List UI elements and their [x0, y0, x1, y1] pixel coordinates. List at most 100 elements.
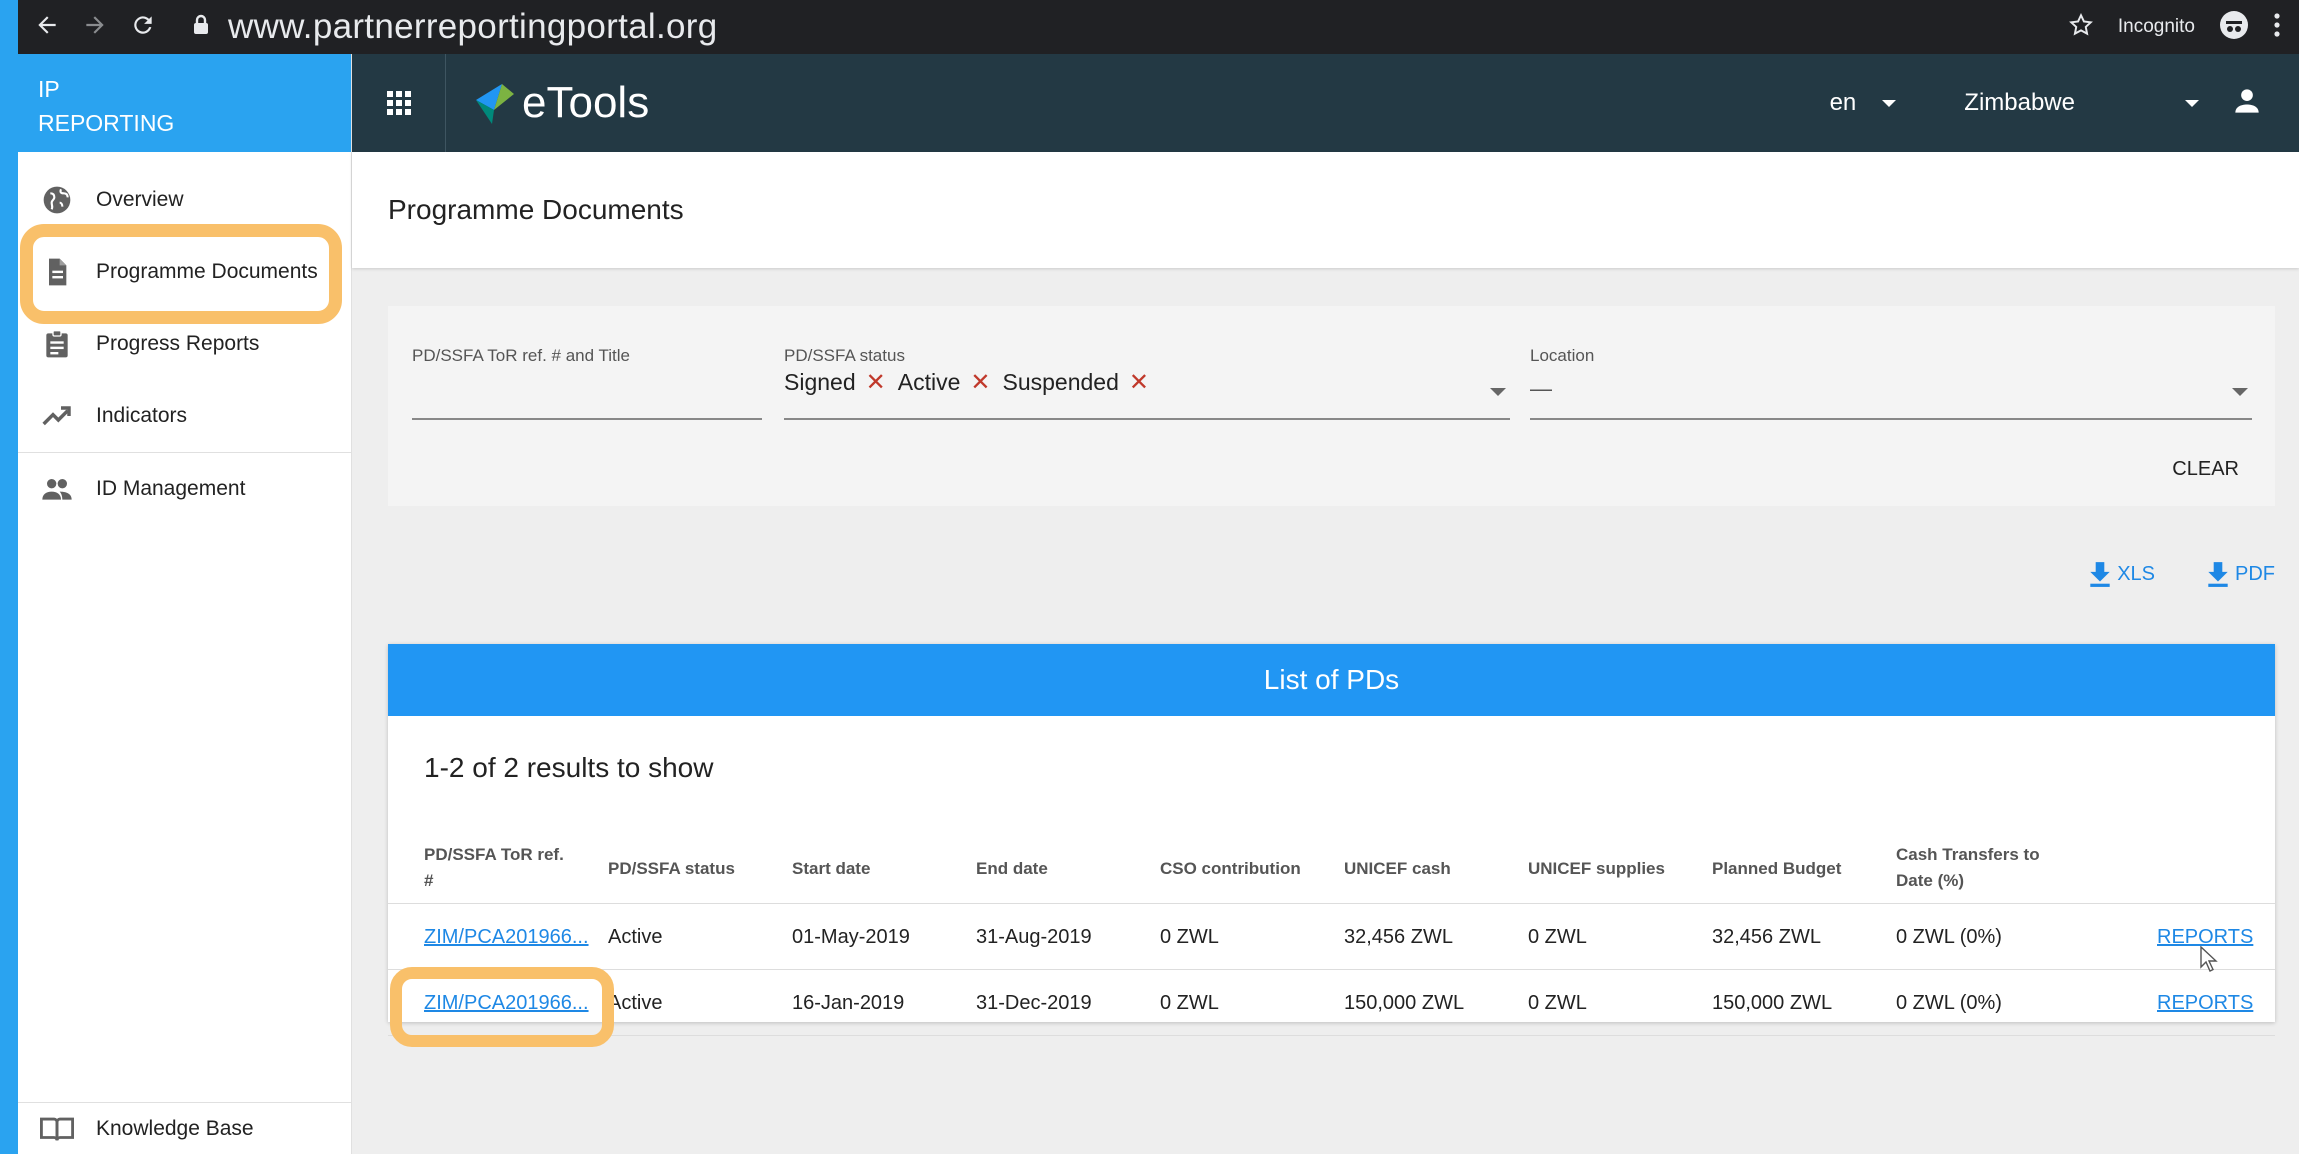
header-end-date[interactable]: End date — [976, 856, 1048, 882]
pd-status: Active — [608, 926, 663, 948]
pd-cash-transfers: 0 ZWL (0%) — [1896, 926, 2002, 948]
sidebar-item-id-management[interactable]: ID Management — [18, 453, 351, 525]
clear-button[interactable]: CLEAR — [2172, 458, 2239, 481]
lock-icon — [192, 14, 210, 41]
close-icon[interactable]: ✕ — [970, 368, 990, 397]
sidebar-item-overview[interactable]: Overview — [18, 164, 351, 236]
header-status[interactable]: PD/SSFA status — [608, 856, 735, 882]
page-header: Programme Documents — [352, 152, 2299, 268]
incognito-icon[interactable] — [2219, 10, 2249, 45]
ref-filter[interactable]: PD/SSFA ToR ref. # and Title — [412, 346, 762, 420]
knowledge-base-link[interactable]: Knowledge Base — [18, 1102, 352, 1154]
pd-ref-link[interactable]: ZIM/PCA201966... — [424, 992, 589, 1015]
chip-label: Signed — [784, 369, 856, 395]
pd-cso-contribution: 0 ZWL — [1160, 992, 1219, 1014]
country-value: Zimbabwe — [1964, 89, 2075, 116]
status-chip-active: Active ✕ — [898, 368, 991, 397]
chevron-down-icon[interactable] — [1490, 388, 1506, 396]
export-xls-button[interactable]: XLS — [2087, 560, 2155, 588]
top-app-bar: eTools en Zimbabwe — [352, 54, 2299, 152]
apps-grid-icon[interactable] — [352, 54, 446, 152]
language-selector[interactable]: en — [1830, 89, 1897, 117]
chevron-down-icon[interactable] — [2232, 388, 2248, 396]
pd-unicef-supplies: 0 ZWL — [1528, 992, 1587, 1014]
status-filter-label: PD/SSFA status — [784, 346, 905, 365]
app-brand[interactable]: IP REPORTING — [18, 54, 351, 152]
sidebar-item-label: Progress Reports — [96, 332, 260, 355]
globe-icon — [40, 183, 74, 217]
sidebar-menu: Overview Programme Documents Progress Re… — [18, 152, 351, 525]
table-row: ZIM/PCA201966... Active 16-Jan-2019 31-D… — [388, 970, 2275, 1036]
header-cash-line-1: Cash Transfers to — [1896, 845, 2040, 864]
clipboard-icon — [40, 327, 74, 361]
filter-panel: PD/SSFA ToR ref. # and Title PD/SSFA sta… — [388, 306, 2275, 506]
etools-logo[interactable]: eTools — [472, 78, 649, 128]
pd-cash-transfers: 0 ZWL (0%) — [1896, 992, 2002, 1014]
main-content: Programme Documents PD/SSFA ToR ref. # a… — [352, 152, 2299, 1154]
sidebar-item-programme-documents[interactable]: Programme Documents — [18, 236, 351, 308]
table-header: PD/SSFA ToR ref. # PD/SSFA status Start … — [388, 824, 2275, 904]
location-value: — — [1530, 376, 1552, 401]
mouse-cursor-icon — [2200, 945, 2218, 977]
pd-status: Active — [608, 992, 663, 1014]
header-planned-budget[interactable]: Planned Budget — [1712, 856, 1841, 882]
header-start-date[interactable]: Start date — [792, 856, 870, 882]
pd-planned-budget: 32,456 ZWL — [1712, 926, 1821, 948]
status-chip-signed: Signed ✕ — [784, 368, 886, 397]
header-cash-transfers[interactable]: Cash Transfers to Date (%) — [1896, 842, 2040, 894]
trending-up-icon — [40, 399, 74, 433]
document-icon — [40, 255, 74, 289]
header-cso-contribution[interactable]: CSO contribution — [1160, 856, 1301, 882]
reports-link[interactable]: REPORTS — [2157, 992, 2253, 1015]
chevron-down-icon — [2185, 99, 2199, 107]
star-icon[interactable] — [2068, 12, 2094, 43]
people-icon — [40, 472, 74, 506]
status-filter[interactable]: PD/SSFA status — [784, 346, 1510, 420]
pd-ref-link[interactable]: ZIM/PCA201966... — [424, 926, 589, 949]
pd-unicef-cash: 150,000 ZWL — [1344, 992, 1465, 1014]
left-edge-strip — [0, 0, 18, 1154]
address-bar[interactable]: www.partnerreportingportal.org — [192, 4, 718, 50]
reload-icon[interactable] — [130, 12, 156, 43]
pd-list-card: List of PDs 1-2 of 2 results to show PD/… — [388, 644, 2275, 1036]
country-selector[interactable]: Zimbabwe — [1964, 89, 2199, 117]
forward-icon[interactable] — [82, 12, 108, 43]
pd-end-date: 31-Dec-2019 — [976, 992, 1092, 1014]
header-ref-line-2: # — [424, 871, 434, 890]
back-icon[interactable] — [34, 12, 60, 43]
download-icon — [2208, 562, 2228, 587]
sidebar-item-label: ID Management — [96, 477, 246, 500]
location-filter-label: Location — [1530, 346, 1595, 365]
header-unicef-supplies[interactable]: UNICEF supplies — [1528, 856, 1665, 882]
ref-filter-label: PD/SSFA ToR ref. # and Title — [412, 346, 630, 365]
pd-unicef-supplies: 0 ZWL — [1528, 926, 1587, 948]
url-text[interactable]: www.partnerreportingportal.org — [228, 7, 718, 47]
pd-start-date: 16-Jan-2019 — [792, 992, 905, 1014]
header-ref[interactable]: PD/SSFA ToR ref. # — [424, 842, 564, 894]
sidebar-item-label: Programme Documents — [96, 260, 318, 283]
brand-line-2: REPORTING — [38, 110, 175, 136]
sidebar-item-indicators[interactable]: Indicators — [18, 380, 351, 452]
pd-end-date: 31-Aug-2019 — [976, 926, 1092, 948]
chevron-down-icon — [1882, 99, 1897, 107]
export-pdf-button[interactable]: PDF — [2205, 560, 2275, 588]
close-icon[interactable]: ✕ — [1129, 368, 1149, 397]
header-unicef-cash[interactable]: UNICEF cash — [1344, 856, 1451, 882]
export-pdf-label: PDF — [2235, 562, 2275, 585]
account-icon[interactable] — [2233, 87, 2261, 120]
location-filter[interactable]: Location — — [1530, 346, 2252, 420]
pd-planned-budget: 150,000 ZWL — [1712, 992, 1833, 1014]
chip-label: Suspended — [1002, 369, 1119, 395]
header-ref-line-1: PD/SSFA ToR ref. — [424, 845, 564, 864]
export-actions: XLS PDF — [2087, 560, 2275, 588]
close-icon[interactable]: ✕ — [866, 368, 886, 397]
sidebar-item-progress-reports[interactable]: Progress Reports — [18, 308, 351, 380]
results-count: 1-2 of 2 results to show — [424, 752, 714, 783]
status-chips: Signed ✕ Active ✕ Suspended ✕ — [784, 368, 1161, 397]
pd-start-date: 01-May-2019 — [792, 926, 910, 948]
sidebar-item-label: Overview — [96, 188, 184, 211]
more-vert-icon[interactable] — [2273, 12, 2281, 43]
header-cash-line-2: Date (%) — [1896, 871, 1965, 890]
download-icon — [2090, 562, 2110, 587]
book-icon — [40, 1112, 74, 1146]
